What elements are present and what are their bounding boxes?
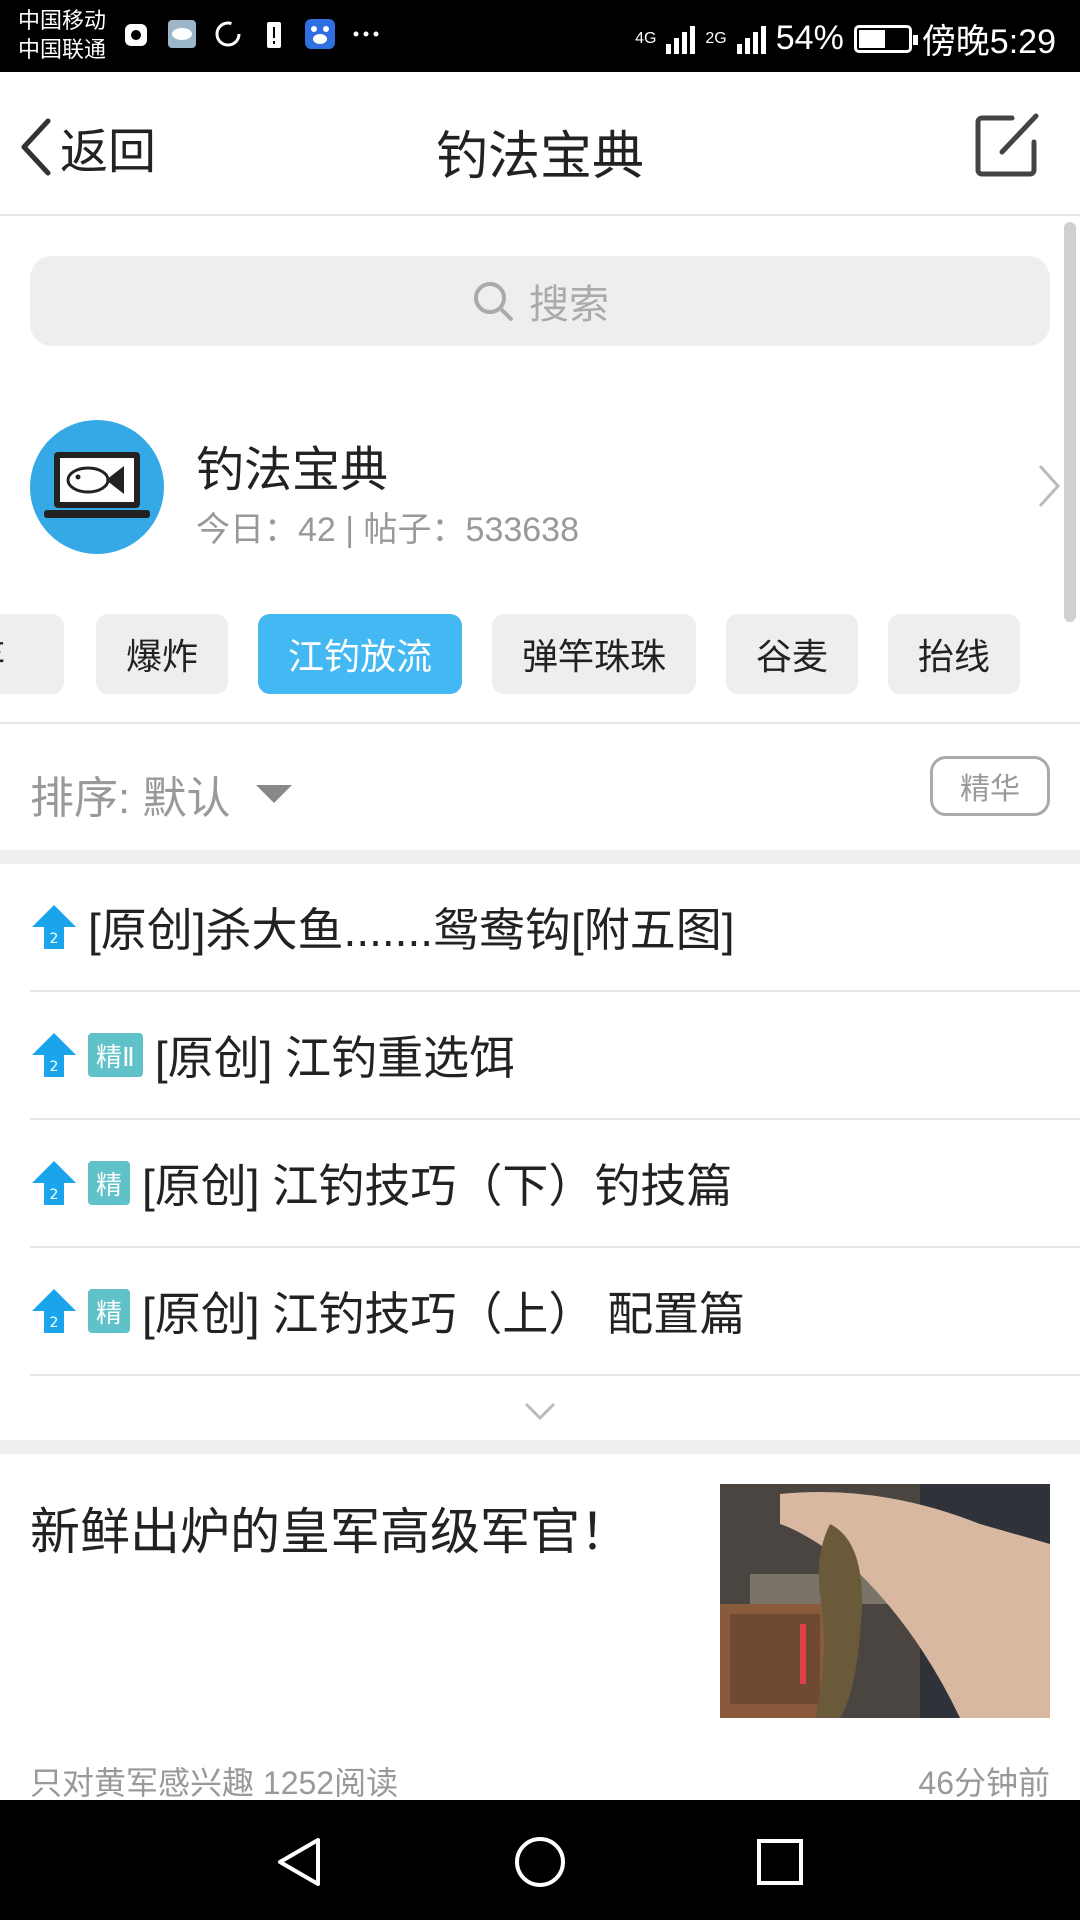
edit-icon [975, 113, 1039, 177]
section-divider [0, 1440, 1080, 1454]
status-bar: 中国移动 中国联通 4G 2G 54% 傍晚5:29 [0, 0, 1080, 72]
nav-recents-icon[interactable] [756, 1838, 804, 1886]
baidu-icon [304, 18, 336, 50]
caret-down-icon [256, 785, 293, 803]
carrier-info: 中国移动 中国联通 [18, 6, 106, 64]
post-title: [原创] 江钓技巧（上） 配置篇 [142, 1288, 746, 1340]
sync-icon [212, 18, 244, 50]
post-title: [原创] 江钓技巧（下）钓技篇 [142, 1160, 733, 1212]
tag-item[interactable]: 爆炸 [96, 614, 228, 694]
card-meta: 只对黄军感兴趣 1252阅读 [30, 1765, 399, 1801]
fish-photo [720, 1484, 1050, 1718]
top-app-bar: 返回 钓法宝典 [0, 72, 1080, 216]
search-box[interactable]: 搜索 [30, 256, 1050, 346]
pin-top-icon: 2 [32, 905, 76, 949]
battery-alert-icon [258, 18, 290, 50]
app-notification-icon [120, 18, 152, 50]
post-title: [原创]杀大鱼.......鸳鸯钩[附五图] [88, 904, 735, 956]
carrier-2: 中国联通 [18, 37, 107, 62]
svg-text:2: 2 [50, 1315, 59, 1331]
tag-item[interactable]: 弹竿珠珠 [492, 614, 696, 694]
compose-button[interactable] [972, 108, 1044, 180]
battery-fill [858, 29, 885, 48]
featured-filter-button[interactable]: 精华 [930, 756, 1050, 816]
expand-more-icon[interactable] [522, 1400, 558, 1424]
pin-top-icon: 2 [32, 1161, 76, 1205]
nav-back-icon[interactable] [274, 1836, 324, 1888]
card-thumbnail [720, 1484, 1050, 1718]
featured-badge: 精Ⅱ [88, 1033, 143, 1077]
section-divider [0, 850, 1080, 864]
forum-stats: 今日：42 | 帖子：533638 [196, 511, 579, 549]
card-time: 46分钟前 [918, 1765, 1050, 1801]
svg-text:2: 2 [50, 931, 59, 947]
svg-text:2: 2 [50, 1187, 59, 1203]
tag-item[interactable]: 竿 [0, 614, 64, 694]
clock: 傍晚5:29 [921, 23, 1056, 61]
signal-2-icon [736, 24, 766, 54]
battery-percent: 54% [775, 19, 844, 57]
chevron-right-icon [1038, 464, 1061, 508]
pinned-post[interactable]: 2 精Ⅱ [原创] 江钓重选饵 [30, 992, 1080, 1120]
post-title: [原创] 江钓重选饵 [154, 1032, 516, 1084]
pinned-post[interactable]: 2 [原创]杀大鱼.......鸳鸯钩[附五图] [30, 864, 1080, 992]
forum-logo [30, 420, 164, 554]
sort-label: 排序: 默认 [30, 774, 231, 823]
nav-home-icon[interactable] [514, 1836, 566, 1888]
laptop-fish-icon [44, 452, 150, 518]
page-title: 钓法宝典 [435, 128, 644, 186]
tag-item-active[interactable]: 江钓放流 [258, 614, 462, 694]
system-nav-bar [0, 1800, 1080, 1920]
tag-item[interactable]: 抬线 [888, 614, 1020, 694]
battery-icon [853, 24, 918, 53]
more-notifications-icon [350, 18, 382, 50]
forum-name: 钓法宝典 [196, 444, 389, 497]
network-type-1: 4G [635, 29, 657, 47]
card-title: 新鲜出炉的皇军高级军官！ [30, 1504, 630, 1560]
featured-badge: 精 [88, 1289, 131, 1333]
sort-dropdown[interactable]: 排序: 默认 [30, 762, 293, 826]
pinned-post[interactable]: 2 精 [原创] 江钓技巧（下）钓技篇 [30, 1120, 1080, 1248]
divider [0, 722, 1080, 724]
search-icon [474, 282, 513, 321]
forum-info[interactable]: 钓法宝典 今日：42 | 帖子：533638 [30, 420, 1070, 554]
pin-top-icon: 2 [32, 1033, 76, 1077]
search-placeholder: 搜索 [529, 283, 609, 327]
svg-text:2: 2 [50, 1059, 59, 1075]
pinned-post[interactable]: 2 精 [原创] 江钓技巧（上） 配置篇 [30, 1248, 1080, 1376]
featured-badge: 精 [88, 1161, 131, 1205]
fishing-app-icon [166, 18, 198, 50]
tag-item[interactable]: 谷麦 [726, 614, 858, 694]
signal-1-icon [666, 24, 696, 54]
status-indicators: 4G 2G 54% 傍晚5:29 [635, 14, 1056, 63]
notification-icons [120, 18, 382, 50]
network-type-2: 2G [705, 29, 727, 47]
pin-top-icon: 2 [32, 1289, 76, 1333]
carrier-1: 中国移动 [18, 8, 107, 33]
tag-bar[interactable]: 竿 爆炸 江钓放流 弹竿珠珠 谷麦 抬线 [0, 614, 1080, 694]
